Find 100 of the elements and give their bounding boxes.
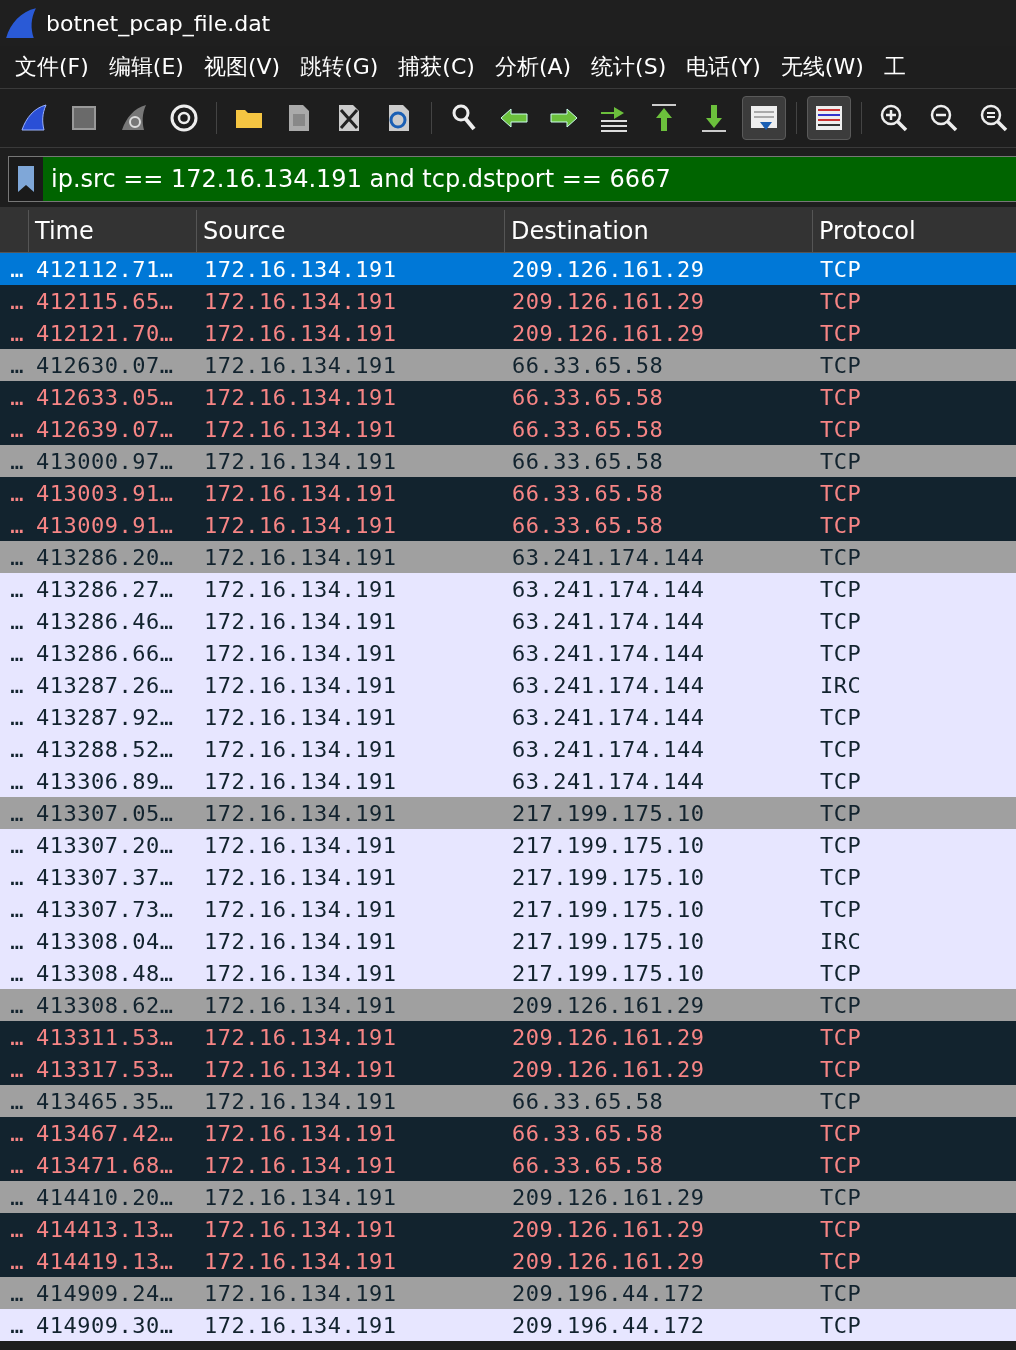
packet-row[interactable]: … 413308.04… 172.16.134.191 217.199.175.10 IRC xyxy=(0,925,1016,957)
table-cell-text: 66.33.65.58 xyxy=(511,415,665,444)
table-cell-text: 172.16.134.191 xyxy=(203,1023,398,1052)
menu-item[interactable]: 分析(A) xyxy=(487,52,579,82)
menu-item[interactable]: 文件(F) xyxy=(8,52,96,82)
table-cell-text: TCP xyxy=(819,1151,863,1180)
table-cell-text: 209.126.161.29 xyxy=(511,1183,706,1212)
window-title: botnet_pcap_file.dat xyxy=(46,10,271,36)
table-cell-text: TCP xyxy=(819,1023,863,1052)
packet-row[interactable]: … 413467.42… 172.16.134.191 66.33.65.58 TCP xyxy=(0,1117,1016,1149)
table-cell-text: TCP xyxy=(819,831,863,860)
packet-row[interactable]: … 413307.37… 172.16.134.191 217.199.175.10 TCP xyxy=(0,861,1016,893)
table-cell-text: 172.16.134.191 xyxy=(203,415,398,444)
menu-item[interactable]: 无线(W) xyxy=(773,52,871,82)
packet-row[interactable]: … 413286.66… 172.16.134.191 63.241.174.144 TCP xyxy=(0,637,1016,669)
packet-row[interactable]: … 413307.05… 172.16.134.191 217.199.175.10 TCP xyxy=(0,797,1016,829)
table-cell-text: 413307.37… xyxy=(35,863,175,892)
table-cell-text: 217.199.175.10 xyxy=(511,831,706,860)
bookmark-icon[interactable] xyxy=(18,166,34,192)
packet-row[interactable]: … 413286.27… 172.16.134.191 63.241.174.144 TCP xyxy=(0,573,1016,605)
table-cell-text: … xyxy=(9,319,25,348)
table-cell-text: 172.16.134.191 xyxy=(203,607,398,636)
packet-row[interactable]: … 413465.35… 172.16.134.191 66.33.65.58 TCP xyxy=(0,1085,1016,1117)
table-cell-text: … xyxy=(9,991,25,1020)
table-cell-text: 172.16.134.191 xyxy=(203,1087,398,1116)
packet-row[interactable]: … 413287.92… 172.16.134.191 63.241.174.144 TCP xyxy=(0,701,1016,733)
column-header[interactable]: Destination xyxy=(504,210,812,252)
packet-row[interactable]: … 414909.30… 172.16.134.191 209.196.44.172 TCP xyxy=(0,1309,1016,1341)
packet-row[interactable]: … 412121.70… 172.16.134.191 209.126.161.29 TCP xyxy=(0,317,1016,349)
table-cell-text: TCP xyxy=(819,639,863,668)
autoscroll-button[interactable] xyxy=(742,96,786,140)
packet-row[interactable]: … 413317.53… 172.16.134.191 209.126.161.29 TCP xyxy=(0,1053,1016,1085)
packet-row[interactable]: … 412115.65… 172.16.134.191 209.126.161.29 TCP xyxy=(0,285,1016,317)
menu-item[interactable]: 编辑(E) xyxy=(101,52,191,82)
table-cell-text: 172.16.134.191 xyxy=(203,479,398,508)
column-header[interactable]: Protocol xyxy=(812,210,1016,252)
table-cell-text: 66.33.65.58 xyxy=(511,479,665,508)
table-cell-text: TCP xyxy=(819,447,863,476)
table-cell-text: 172.16.134.191 xyxy=(203,1119,398,1148)
packet-row[interactable]: … 413009.91… 172.16.134.191 66.33.65.58 TCP xyxy=(0,509,1016,541)
packet-row[interactable]: … 412633.05… 172.16.134.191 66.33.65.58 TCP xyxy=(0,381,1016,413)
table-cell-text: 172.16.134.191 xyxy=(203,1279,398,1308)
packet-row[interactable]: … 413306.89… 172.16.134.191 63.241.174.144 TCP xyxy=(0,765,1016,797)
table-cell-text: 63.241.174.144 xyxy=(511,639,706,668)
packet-row[interactable]: … 413287.26… 172.16.134.191 63.241.174.144 IRC xyxy=(0,669,1016,701)
table-cell-text: 413308.04… xyxy=(35,927,175,956)
table-cell-text: 413286.46… xyxy=(35,607,175,636)
table-cell-text: 413308.62… xyxy=(35,991,175,1020)
table-cell-text: TCP xyxy=(819,319,863,348)
filter-field[interactable]: ip.src == 172.16.134.191 and tcp.dstport == 6667 xyxy=(8,156,1016,202)
packet-row[interactable]: … 413003.91… 172.16.134.191 66.33.65.58 TCP xyxy=(0,477,1016,509)
table-cell-text: 172.16.134.191 xyxy=(203,575,398,604)
menu-item[interactable]: 捕获(C) xyxy=(391,52,482,82)
table-cell-text: … xyxy=(9,383,25,412)
packet-row[interactable]: … 413311.53… 172.16.134.191 209.126.161.29 TCP xyxy=(0,1021,1016,1053)
packet-row[interactable]: … 413307.20… 172.16.134.191 217.199.175.10 TCP xyxy=(0,829,1016,861)
packet-row[interactable]: … 414410.20… 172.16.134.191 209.126.161.29 TCP xyxy=(0,1181,1016,1213)
table-cell-text: 413465.35… xyxy=(35,1087,175,1116)
packet-row[interactable]: … 412630.07… 172.16.134.191 66.33.65.58 TCP xyxy=(0,349,1016,381)
menu-item[interactable]: 视图(V) xyxy=(196,52,288,82)
table-cell-text: 413317.53… xyxy=(35,1055,175,1084)
menu-item[interactable]: 工 xyxy=(876,52,913,82)
app-logo-icon xyxy=(4,6,38,40)
column-header[interactable]: Source xyxy=(196,210,504,252)
column-header[interactable]: Time xyxy=(28,210,196,252)
table-cell-text: 63.241.174.144 xyxy=(511,703,706,732)
table-cell-text: 209.126.161.29 xyxy=(511,287,706,316)
packet-row[interactable]: … 413286.20… 172.16.134.191 63.241.174.144 TCP xyxy=(0,541,1016,573)
table-cell-text: TCP xyxy=(819,1215,863,1244)
packet-row[interactable]: … 414419.13… 172.16.134.191 209.126.161.29 TCP xyxy=(0,1245,1016,1277)
table-cell-text: TCP xyxy=(819,255,863,284)
packet-row[interactable]: … 414909.24… 172.16.134.191 209.196.44.172 TCP xyxy=(0,1277,1016,1309)
packet-row[interactable]: … 412112.71… 172.16.134.191 209.126.161.29 TCP xyxy=(0,253,1016,285)
menu-item[interactable]: 统计(S) xyxy=(584,52,674,82)
table-cell-text: … xyxy=(9,575,25,604)
table-cell-text: TCP xyxy=(819,607,863,636)
menu-item[interactable]: 跳转(G) xyxy=(293,52,386,82)
colored-lines-button[interactable] xyxy=(807,96,851,140)
table-cell-text: TCP xyxy=(819,1055,863,1084)
table-cell-text: 172.16.134.191 xyxy=(203,671,398,700)
menu-item[interactable]: 电话(Y) xyxy=(679,52,768,82)
table-cell-text: TCP xyxy=(819,735,863,764)
packet-row[interactable]: … 413471.68… 172.16.134.191 66.33.65.58 TCP xyxy=(0,1149,1016,1181)
table-cell-text: 172.16.134.191 xyxy=(203,799,398,828)
table-cell-text: TCP xyxy=(819,895,863,924)
table-cell-text: TCP xyxy=(819,383,863,412)
table-cell-text: 217.199.175.10 xyxy=(511,895,706,924)
packet-row[interactable]: … 414413.13… 172.16.134.191 209.126.161.29 TCP xyxy=(0,1213,1016,1245)
packet-row[interactable]: … 412639.07… 172.16.134.191 66.33.65.58 TCP xyxy=(0,413,1016,445)
table-cell-text: TCP xyxy=(819,287,863,316)
table-cell-text: … xyxy=(9,1311,25,1340)
packet-row[interactable]: … 413308.62… 172.16.134.191 209.126.161.29 TCP xyxy=(0,989,1016,1021)
packet-row[interactable]: … 413307.73… 172.16.134.191 217.199.175.10 TCP xyxy=(0,893,1016,925)
packet-row[interactable]: … 413286.46… 172.16.134.191 63.241.174.144 TCP xyxy=(0,605,1016,637)
table-cell-text: TCP xyxy=(819,703,863,732)
packet-row[interactable]: … 413308.48… 172.16.134.191 217.199.175.10 TCP xyxy=(0,957,1016,989)
table-cell-text: TCP xyxy=(819,1279,863,1308)
table-cell-text: 172.16.134.191 xyxy=(203,831,398,860)
packet-row[interactable]: … 413000.97… 172.16.134.191 66.33.65.58 TCP xyxy=(0,445,1016,477)
packet-row[interactable]: … 413288.52… 172.16.134.191 63.241.174.144 TCP xyxy=(0,733,1016,765)
